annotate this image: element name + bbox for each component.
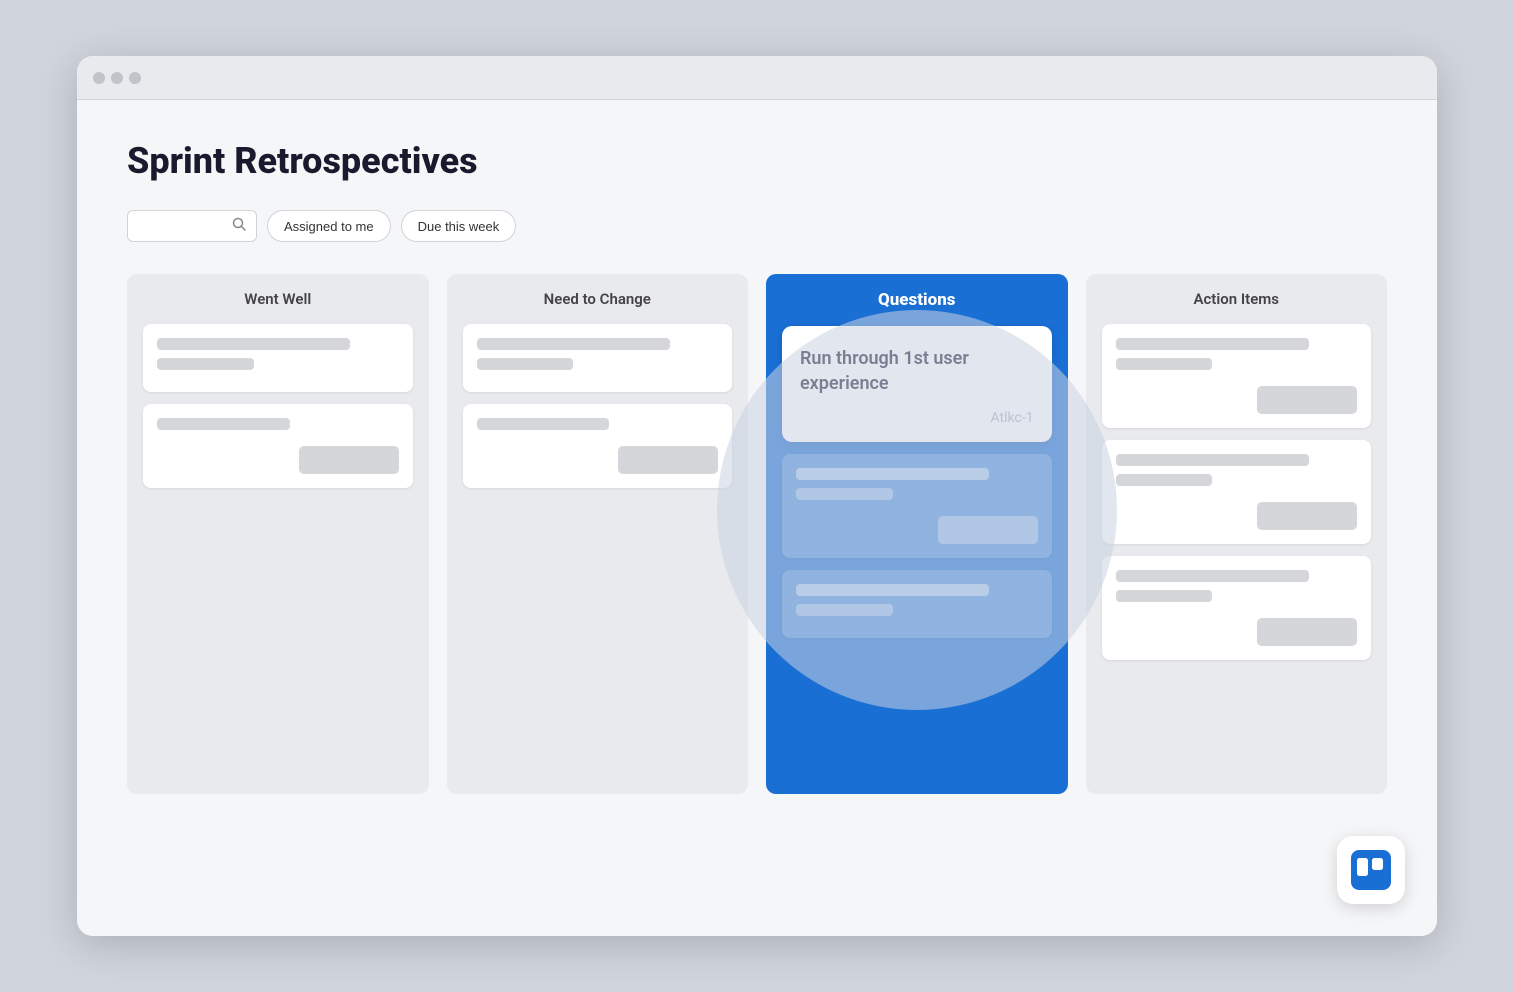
- column-went-well: Went Well: [127, 274, 429, 794]
- featured-card-id: Atlkc-1: [800, 410, 1034, 426]
- page-title: Sprint Retrospectives: [127, 140, 1387, 182]
- card-button[interactable]: [1257, 502, 1357, 530]
- assigned-to-me-button[interactable]: Assigned to me: [267, 210, 391, 242]
- card-line: [477, 358, 574, 370]
- card-button[interactable]: [1257, 386, 1357, 414]
- card: [463, 324, 733, 392]
- search-icon: [232, 217, 246, 235]
- browser-window: Sprint Retrospectives Assigned to me Due…: [77, 56, 1437, 936]
- column-action-items-header: Action Items: [1102, 290, 1372, 308]
- card-line: [796, 604, 893, 616]
- card: [463, 404, 733, 488]
- card-line: [1116, 454, 1309, 466]
- card: [1102, 324, 1372, 428]
- card-line: [796, 488, 893, 500]
- column-need-to-change-header: Need to Change: [463, 290, 733, 308]
- due-this-week-button[interactable]: Due this week: [401, 210, 517, 242]
- column-need-to-change: Need to Change: [447, 274, 749, 794]
- column-action-items: Action Items: [1086, 274, 1388, 794]
- card-line: [1116, 358, 1213, 370]
- card: [1102, 556, 1372, 660]
- trello-logo-badge: [1337, 836, 1405, 904]
- column-questions-header: Questions: [782, 290, 1052, 310]
- card-button[interactable]: [938, 516, 1038, 544]
- card-line: [157, 338, 350, 350]
- browser-dots: [93, 72, 141, 84]
- card-button[interactable]: [1257, 618, 1357, 646]
- card-button[interactable]: [618, 446, 718, 474]
- browser-titlebar: [77, 56, 1437, 100]
- card: [143, 404, 413, 488]
- dot-green: [129, 72, 141, 84]
- card-line: [157, 358, 254, 370]
- card: [782, 570, 1052, 638]
- card-line: [1116, 590, 1213, 602]
- card: [143, 324, 413, 392]
- card-line: [1116, 474, 1213, 486]
- card-line: [477, 338, 670, 350]
- dot-red: [93, 72, 105, 84]
- column-questions: Questions Run through 1st user experienc…: [766, 274, 1068, 794]
- browser-content: Sprint Retrospectives Assigned to me Due…: [77, 100, 1437, 936]
- card-button[interactable]: [299, 446, 399, 474]
- search-box[interactable]: [127, 210, 257, 242]
- filter-bar: Assigned to me Due this week: [127, 210, 1387, 242]
- card: [1102, 440, 1372, 544]
- board-container: Went Well Need to Change: [127, 274, 1387, 794]
- column-went-well-header: Went Well: [143, 290, 413, 308]
- card-line: [796, 584, 989, 596]
- featured-card-title: Run through 1st user experience: [800, 346, 1034, 396]
- card-line: [1116, 570, 1309, 582]
- card-line: [157, 418, 290, 430]
- card-line: [1116, 338, 1309, 350]
- card-line: [477, 418, 610, 430]
- card: [782, 454, 1052, 558]
- dot-yellow: [111, 72, 123, 84]
- trello-icon: [1351, 850, 1391, 890]
- featured-card[interactable]: Run through 1st user experience Atlkc-1: [782, 326, 1052, 442]
- card-line: [796, 468, 989, 480]
